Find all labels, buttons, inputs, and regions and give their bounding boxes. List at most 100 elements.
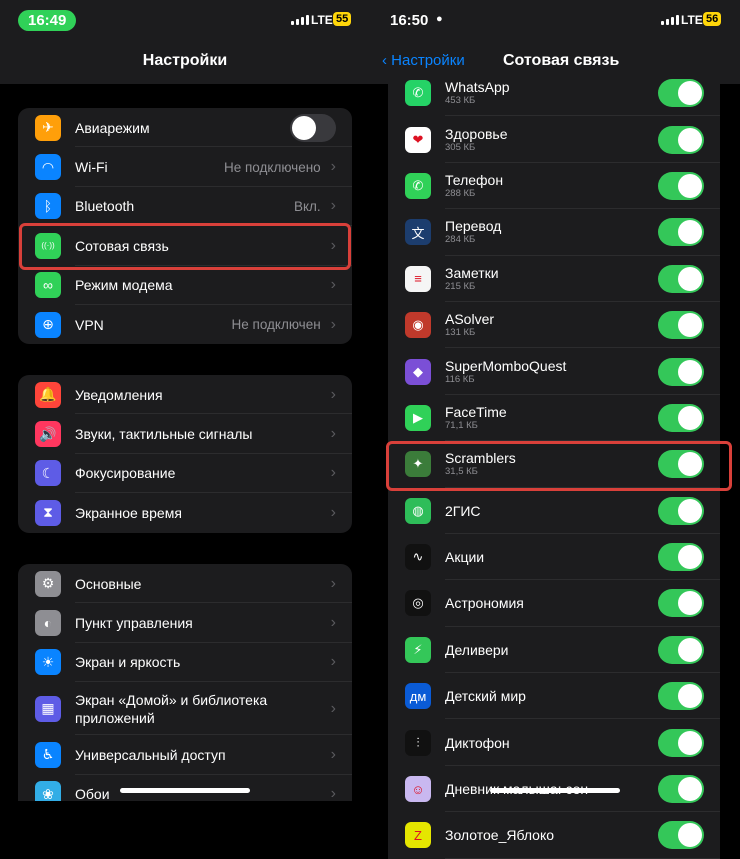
app-row: ◉ ASolver 131 КБ <box>388 302 720 349</box>
app-name: Телефон <box>445 171 504 188</box>
accessibility-icon: ♿ <box>35 741 61 768</box>
app-row: ✆ WhatsApp 453 КБ <box>388 70 720 117</box>
app-name: ASolver <box>445 311 495 328</box>
battery-level: 56 <box>703 12 722 26</box>
whatsapp-icon: ✆ <box>405 80 431 107</box>
app-data-usage: 131 КБ <box>445 327 476 339</box>
notes-icon: ≡ <box>405 265 431 292</box>
settings-row[interactable]: ⧗ Экранное время › <box>18 493 352 532</box>
airplane-mode-toggle[interactable] <box>290 113 336 142</box>
app-name: Детский мир <box>445 688 526 705</box>
toggle-knob <box>292 115 316 140</box>
app-data-usage: 215 КБ <box>445 280 476 292</box>
network-type: LTE <box>681 13 703 27</box>
cellular-data-toggle[interactable] <box>658 589 704 618</box>
settings-row[interactable]: ᛒ Bluetooth Вкл. › <box>18 187 352 227</box>
settings-row[interactable]: ◠ Wi‑Fi Не подключено › <box>18 147 352 187</box>
brightness-icon: ☀ <box>35 649 61 676</box>
status-time: 16:49 <box>18 10 77 31</box>
cellular-data-toggle[interactable] <box>658 264 704 293</box>
app-name: Золотое_Яблоко <box>445 827 555 844</box>
settings-row[interactable]: 🔔 Уведомления › <box>18 375 352 415</box>
settings-row-value: Не подключен <box>231 317 321 333</box>
settings-row[interactable]: ◐ Пункт управления › <box>18 603 352 643</box>
app-name: SuperMomboQuest <box>445 357 567 374</box>
cellular-data-toggle[interactable] <box>658 775 704 804</box>
chevron-left-icon: ‹ <box>382 52 387 69</box>
app-data-usage: 288 КБ <box>445 187 476 199</box>
page-title: Настройки <box>142 52 228 69</box>
app-row-text: FaceTime 71,1 КБ <box>445 404 658 432</box>
cellular-data-toggle[interactable] <box>658 218 704 247</box>
settings-row-label: Универсальный доступ <box>75 746 226 763</box>
focus-moon-icon: ☾ <box>35 460 61 487</box>
chevron-right-icon: › <box>330 158 336 176</box>
app-name: Здоровье <box>445 125 508 142</box>
app-row: ◍ 2ГИС <box>388 488 720 534</box>
gear-icon: ⚙ <box>35 570 61 597</box>
cellular-data-toggle[interactable] <box>658 635 704 664</box>
cellular-data-toggle[interactable] <box>658 403 704 432</box>
settings-row[interactable]: ☾ Фокусирование › <box>18 454 352 494</box>
2gis-icon: ◍ <box>405 497 431 524</box>
settings-row[interactable]: ▦ Экран «Домой» и библиотека приложений › <box>18 682 352 736</box>
cellular-data-toggle[interactable] <box>658 79 704 108</box>
toggle-knob <box>678 730 702 755</box>
app-row: ❤ Здоровье 305 КБ <box>388 116 720 163</box>
cellular-data-toggle[interactable] <box>658 728 704 757</box>
row-divider <box>445 857 720 859</box>
app-row-text: ASolver 131 КБ <box>445 311 658 339</box>
highlight-scramblers <box>386 441 732 491</box>
settings-group-notifications: 🔔 Уведомления › 🔊 Звуки, тактильные сигналы ›… <box>18 375 352 533</box>
settings-row[interactable]: ✈ Авиарежим <box>18 108 352 148</box>
toggle-knob <box>678 405 702 430</box>
app-name: Заметки <box>445 264 499 281</box>
app-row: ✆ Телефон 288 КБ <box>388 163 720 210</box>
settings-row[interactable]: ♿ Универсальный доступ › <box>18 735 352 775</box>
cellular-data-toggle[interactable] <box>658 171 704 200</box>
app-row-text: Заметки 215 КБ <box>445 265 658 293</box>
app-row: 文 Перевод 284 КБ <box>388 209 720 256</box>
settings-row-label: VPN <box>75 316 104 333</box>
settings-row[interactable]: 🔊 Звуки, тактильные сигналы › <box>18 414 352 454</box>
settings-row-label: Звуки, тактильные сигналы <box>75 426 253 443</box>
settings-row[interactable]: ∞ Режим модема › <box>18 266 352 305</box>
toggle-knob <box>678 313 702 338</box>
translate-icon: 文 <box>405 219 431 246</box>
facetime-icon: ▶ <box>405 404 431 431</box>
chevron-right-icon: › <box>330 574 336 592</box>
settings-row[interactable]: ⊕ VPN Не подключен › <box>18 305 352 344</box>
settings-row-value: Не подключено <box>223 159 321 175</box>
toggle-knob <box>678 173 702 198</box>
highlight-cellular <box>19 223 351 270</box>
app-name: Акции <box>445 549 485 566</box>
cellular-data-toggle[interactable] <box>658 357 704 386</box>
cellular-data-toggle[interactable] <box>658 311 704 340</box>
settings-screen: 16:49 LTE 55 Настройки ✈ Авиарежим ◠ Wi‑Fi Н… <box>0 0 370 801</box>
hotspot-icon: ∞ <box>35 272 61 299</box>
app-row: ▶ FaceTime 71,1 КБ <box>388 395 720 442</box>
toggle-knob <box>678 777 702 802</box>
chevron-right-icon: › <box>330 385 336 403</box>
cellular-data-toggle[interactable] <box>658 543 704 572</box>
app-row-text: Деливери <box>445 642 658 658</box>
cellular-data-toggle[interactable] <box>658 682 704 711</box>
stocks-icon: ∿ <box>405 544 431 571</box>
settings-row-value: Вкл. <box>293 198 321 214</box>
app-row-text: Акции <box>445 549 658 565</box>
wifi-icon: ◠ <box>35 154 61 181</box>
cellular-data-toggle[interactable] <box>658 125 704 154</box>
cellular-data-toggle[interactable] <box>658 821 704 850</box>
phone-icon: ✆ <box>405 172 431 199</box>
toggle-knob <box>678 545 702 570</box>
back-button[interactable]: ‹ Настройки <box>382 52 465 69</box>
app-row-text: 2ГИС <box>445 503 658 519</box>
app-row-text: Диктофон <box>445 735 658 751</box>
status-time: 16:50 <box>390 12 429 29</box>
settings-row-label: Экран «Домой» и библиотека приложений <box>75 691 268 726</box>
delivery-icon: ⚡ <box>405 636 431 663</box>
settings-row[interactable]: ⚙ Основные › <box>18 564 352 604</box>
cellular-data-toggle[interactable] <box>658 496 704 525</box>
settings-row-label: Экран и яркость <box>75 654 181 671</box>
settings-row[interactable]: ☀ Экран и яркость › <box>18 643 352 683</box>
